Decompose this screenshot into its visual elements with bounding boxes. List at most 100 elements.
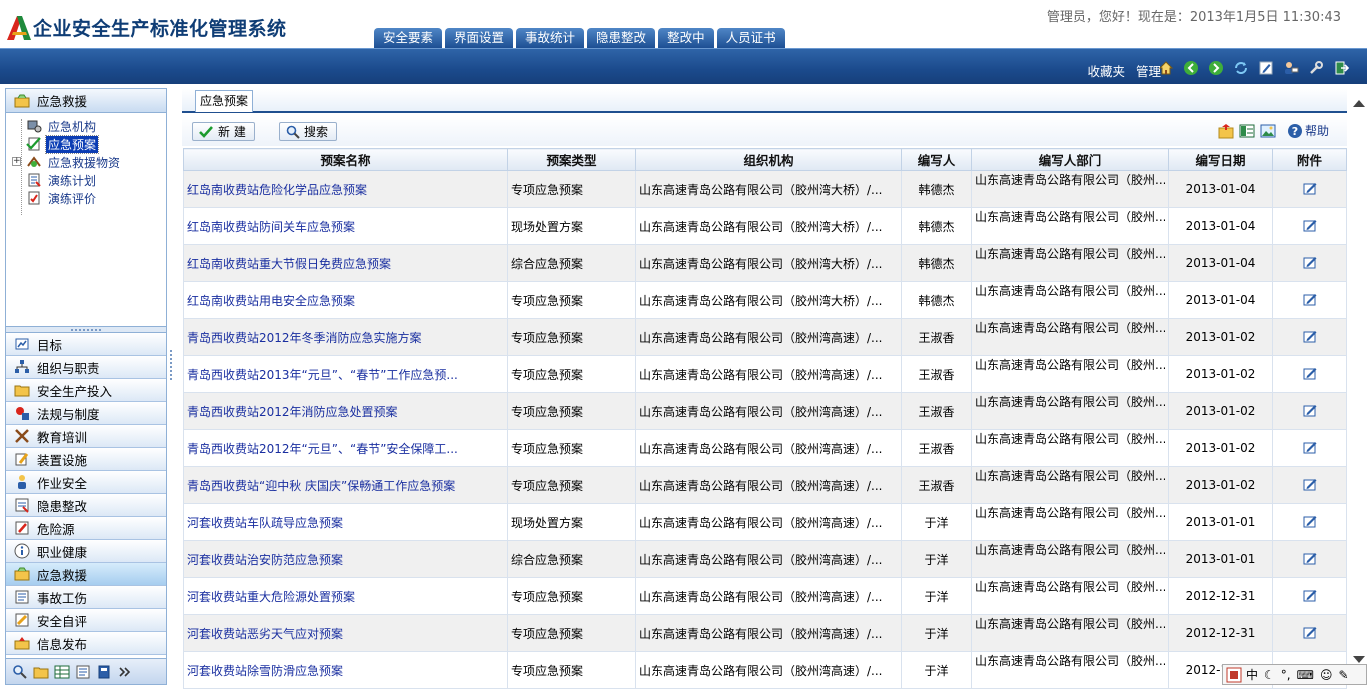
attachment-cell[interactable] [1272,355,1347,393]
attachment-icon[interactable] [1302,587,1318,603]
attachment-cell[interactable] [1272,540,1347,578]
column-header-4[interactable]: 编写人 [901,148,972,171]
table-row[interactable]: 红岛南收费站用电安全应急预案 专项应急预案 山东高速青岛公路有限公司（胶州湾大桥）/… [183,281,1347,319]
attachment-cell[interactable] [1272,244,1347,282]
attachment-cell[interactable] [1272,614,1347,652]
home-icon[interactable] [1158,60,1174,76]
attachment-icon[interactable] [1302,328,1318,344]
folder-icon[interactable] [33,664,49,680]
top-tab-5[interactable]: 整改中 [658,28,714,48]
search-tool-icon[interactable] [12,664,28,680]
plan-name-link[interactable]: 河套收费站除雪防滑应急预案 [183,651,508,689]
more-icon[interactable] [117,664,133,680]
sidebar-module-13[interactable]: 安全自评 [6,609,166,632]
plan-name-link[interactable]: 青岛西收费站2013年“元旦”、“春节”工作应急预... [183,355,508,393]
grid-view-icon[interactable] [54,664,70,680]
attachment-cell[interactable] [1272,392,1347,430]
sidebar-module-5[interactable]: 教育培训 [6,425,166,448]
main-scrollbar[interactable] [1349,88,1367,685]
scroll-up-icon[interactable] [1353,100,1365,107]
tree-item-4[interactable]: 演练计划 [6,171,166,189]
tools-icon[interactable] [1308,60,1324,76]
plan-name-link[interactable]: 红岛南收费站重大节假日免费应急预案 [183,244,508,282]
plan-name-link[interactable]: 河套收费站车队疏导应急预案 [183,503,508,541]
sidebar-module-4[interactable]: 法规与制度 [6,402,166,425]
table-row[interactable]: 河套收费站恶劣天气应对预案 专项应急预案 山东高速青岛公路有限公司（胶州湾高速）/.… [183,614,1347,652]
image-icon[interactable] [1260,123,1276,139]
plan-name-link[interactable]: 河套收费站恶劣天气应对预案 [183,614,508,652]
plan-name-link[interactable]: 青岛西收费站2012年“元旦”、“春节”安全保障工... [183,429,508,467]
plan-name-link[interactable]: 红岛南收费站防间关车应急预案 [183,207,508,245]
column-header-3[interactable]: 组织机构 [635,148,902,171]
sidebar-module-8[interactable]: 隐患整改 [6,494,166,517]
attachment-cell[interactable] [1272,577,1347,615]
plan-name-link[interactable]: 青岛西收费站2012年消防应急处置预案 [183,392,508,430]
attachment-icon[interactable] [1302,217,1318,233]
table-row[interactable]: 青岛西收费站2012年“元旦”、“春节”安全保障工... 专项应急预案 山东高速青岛… [183,429,1347,467]
top-tab-6[interactable]: 人员证书 [716,28,785,48]
sidebar-module-2[interactable]: 组织与职责 [6,356,166,379]
attachment-icon[interactable] [1302,180,1318,196]
sidebar-module-14[interactable]: 信息发布 [6,632,166,655]
accident-icon[interactable] [75,664,91,680]
table-row[interactable]: 河套收费站重大危险源处置预案 专项应急预案 山东高速青岛公路有限公司（胶州湾高速）/… [183,577,1347,615]
top-tab-4[interactable]: 隐患整改 [587,28,656,48]
attachment-cell[interactable] [1272,429,1347,467]
top-tab-3[interactable]: 事故统计 [516,28,585,48]
sidebar-module-10[interactable]: 职业健康 [6,540,166,563]
tab-emergency-plan[interactable]: 应急预案 [195,90,254,112]
table-row[interactable]: 青岛西收费站2013年“元旦”、“春节”工作应急预... 专项应急预案 山东高速青岛… [183,355,1347,393]
sidebar-module-1[interactable]: 目标 [6,333,166,356]
attachment-icon[interactable] [1302,291,1318,307]
sidebar-module-11[interactable]: 应急救援 [6,563,166,586]
tree-expander-icon[interactable]: + [12,157,21,166]
plan-name-link[interactable]: 河套收费站重大危险源处置预案 [183,577,508,615]
table-row[interactable]: 红岛南收费站重大节假日免费应急预案 综合应急预案 山东高速青岛公路有限公司（胶州湾大… [183,244,1347,282]
attachment-cell[interactable] [1272,503,1347,541]
attachment-cell[interactable] [1272,318,1347,356]
attachment-icon[interactable] [1302,365,1318,381]
table-row[interactable]: 红岛南收费站防间关车应急预案 现场处置方案 山东高速青岛公路有限公司（胶州湾大桥）/… [183,207,1347,245]
toolbar-link-1[interactable]: 收藏夹 [1087,61,1125,80]
attachment-cell[interactable] [1272,207,1347,245]
top-tab-1[interactable]: 安全要素 [374,28,443,48]
scroll-down-icon[interactable] [1353,656,1365,663]
column-header-7[interactable]: 附件 [1272,148,1347,171]
excel-icon[interactable] [1239,123,1255,139]
tree-item-3[interactable]: + 应急救援物资 [6,153,166,171]
pane-splitter[interactable] [170,350,174,380]
sidebar-section-header[interactable]: 应急救援 [6,89,166,113]
sidebar-module-12[interactable]: 事故工伤 [6,586,166,609]
export-folder-icon[interactable] [1218,123,1234,139]
tree-item-5[interactable]: 演练评价 [6,189,166,207]
column-header-1[interactable]: 预案名称 [183,148,508,171]
forward-icon[interactable] [1208,60,1224,76]
edit-icon[interactable] [1258,60,1274,76]
attachment-icon[interactable] [1302,476,1318,492]
plan-name-link[interactable]: 红岛南收费站用电安全应急预案 [183,281,508,319]
top-tab-2[interactable]: 界面设置 [445,28,514,48]
attachment-icon[interactable] [1302,402,1318,418]
table-row[interactable]: 青岛西收费站2012年消防应急处置预案 专项应急预案 山东高速青岛公路有限公司（胶州… [183,392,1347,430]
attachment-cell[interactable] [1272,170,1347,208]
plan-name-link[interactable]: 红岛南收费站危险化学品应急预案 [183,170,508,208]
attachment-cell[interactable] [1272,466,1347,504]
table-row[interactable]: 河套收费站除雪防滑应急预案 专项应急预案 山东高速青岛公路有限公司（胶州湾高速）/.… [183,651,1347,689]
refresh-icon[interactable] [1233,60,1249,76]
sidebar-module-6[interactable]: 装置设施 [6,448,166,471]
table-row[interactable]: 河套收费站治安防范应急预案 综合应急预案 山东高速青岛公路有限公司（胶州湾高速）/.… [183,540,1347,578]
attachment-icon[interactable] [1302,513,1318,529]
new-button[interactable]: 新 建 [192,122,255,141]
user-icon[interactable] [1283,60,1299,76]
plan-name-link[interactable]: 青岛西收费站2012年冬季消防应急实施方案 [183,318,508,356]
column-header-2[interactable]: 预案类型 [507,148,636,171]
ime-toolbar[interactable]: 中 ☾ °, ⌨ ☺ ✎ [1222,664,1367,685]
plan-name-link[interactable]: 河套收费站治安防范应急预案 [183,540,508,578]
table-row[interactable]: 河套收费站车队疏导应急预案 现场处置方案 山东高速青岛公路有限公司（胶州湾高速）/.… [183,503,1347,541]
column-header-6[interactable]: 编写日期 [1168,148,1273,171]
tree-item-2[interactable]: 应急预案 [6,134,166,154]
help-button[interactable]: ? 帮助 [1287,122,1329,139]
back-icon[interactable] [1183,60,1199,76]
attachment-icon[interactable] [1302,624,1318,640]
table-row[interactable]: 青岛西收费站“迎中秋 庆国庆”保畅通工作应急预案 专项应急预案 山东高速青岛公路有限… [183,466,1347,504]
